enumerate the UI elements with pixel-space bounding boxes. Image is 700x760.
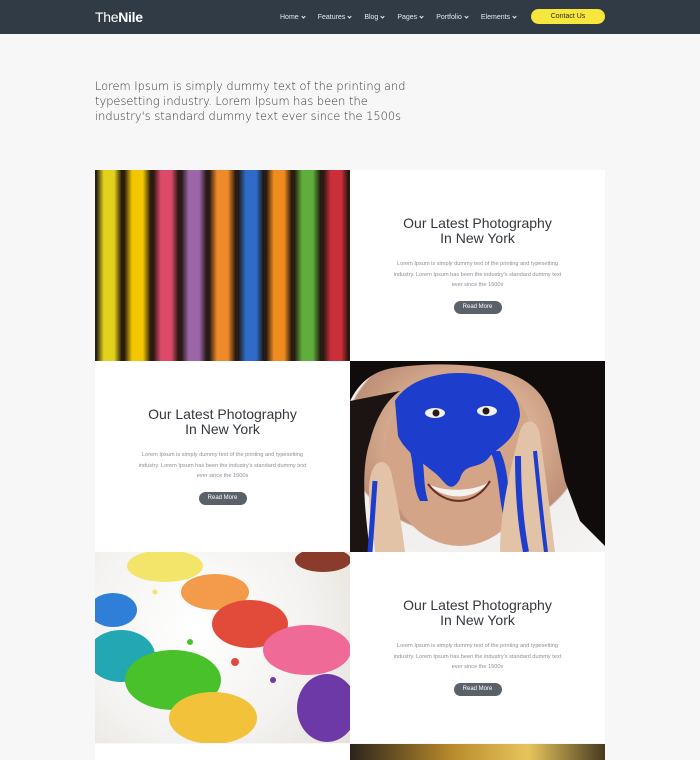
- menu-item-elements[interactable]: Elements: [480, 13, 517, 21]
- card-title-line: In New York: [440, 612, 515, 628]
- menu-item-pages[interactable]: Pages: [397, 13, 424, 21]
- menu-item-label: Features: [317, 13, 346, 21]
- menu-item-label: Blog: [364, 13, 379, 21]
- card-title-line: In New York: [440, 230, 515, 246]
- chevron-down-icon: [464, 13, 469, 19]
- next-row-partial: [95, 744, 605, 760]
- chevron-down-icon: [301, 13, 306, 19]
- read-more-button[interactable]: Read More: [453, 300, 502, 314]
- read-more-button[interactable]: Read More: [198, 491, 247, 505]
- painted-face-illustration: [350, 361, 605, 552]
- main-menu: Home Features Blog Pages Portfolio Eleme…: [280, 0, 529, 34]
- card: Our Latest Photography In New York Lorem…: [350, 170, 605, 361]
- grid-row: Our Latest Photography In New York Lorem…: [95, 170, 605, 361]
- menu-item-label: Portfolio: [436, 13, 462, 21]
- card-title-line: Our Latest Photography: [148, 406, 297, 422]
- portfolio-grid: Our Latest Photography In New York Lorem…: [95, 170, 605, 743]
- card-description: Lorem Ipsum is simply dummy text of the …: [138, 452, 307, 479]
- card: Our Latest Photography In New York Lorem…: [95, 361, 350, 552]
- intro-text: Lorem Ipsum is simply dummy text of the …: [95, 79, 406, 123]
- card: Our Latest Photography In New York Lorem…: [350, 552, 605, 743]
- top-nav-bar: TheNile Home Features Blog Pages Portfol…: [0, 0, 700, 34]
- menu-item-label: Elements: [480, 13, 511, 21]
- chalk-stick: [237, 170, 264, 361]
- chalk-stick: [124, 170, 151, 361]
- menu-item-home[interactable]: Home: [280, 13, 306, 21]
- menu-item-label: Home: [280, 13, 299, 21]
- chalk-stick: [180, 170, 208, 361]
- next-image-partial: [350, 744, 605, 760]
- chalk-stick: [209, 170, 236, 361]
- card-title: Our Latest Photography In New York: [403, 598, 552, 628]
- chevron-down-icon: [347, 13, 352, 19]
- chevron-down-icon: [512, 13, 517, 19]
- chalk-image: [95, 170, 350, 361]
- card-title: Our Latest Photography In New York: [403, 216, 552, 246]
- contact-us-button[interactable]: Contact Us: [531, 9, 605, 24]
- next-card-partial: [95, 744, 350, 760]
- card-title: Our Latest Photography In New York: [148, 407, 297, 437]
- logo-text-bold: Nile: [118, 9, 143, 25]
- painted-face-image: [350, 361, 605, 552]
- watercolor-illustration: [95, 552, 350, 743]
- read-more-button[interactable]: Read More: [453, 682, 502, 696]
- grid-row: Our Latest Photography In New York Lorem…: [95, 361, 605, 552]
- menu-item-label: Pages: [397, 13, 418, 21]
- menu-item-features[interactable]: Features: [318, 14, 352, 21]
- chevron-down-icon: [380, 13, 385, 19]
- chalk-stick: [265, 170, 293, 361]
- chalk-stick: [322, 170, 349, 361]
- logo-text-light: The: [95, 9, 119, 25]
- watercolor-palette-image: [95, 552, 350, 743]
- menu-item-portfolio[interactable]: Portfolio: [436, 13, 469, 21]
- grid-row: Our Latest Photography In New York Lorem…: [95, 552, 605, 743]
- card-description: Lorem Ipsum is simply dummy text of the …: [393, 261, 562, 288]
- card-description: Lorem Ipsum is simply dummy text of the …: [393, 643, 562, 670]
- card-title-line: Our Latest Photography: [403, 597, 552, 613]
- chalk-sticks: [95, 170, 350, 361]
- card-title-line: In New York: [185, 421, 260, 437]
- menu-item-blog[interactable]: Blog: [364, 13, 385, 21]
- chalk-stick: [152, 170, 179, 361]
- site-logo[interactable]: TheNile: [95, 9, 143, 25]
- chevron-down-icon: [419, 13, 424, 19]
- card-title-line: Our Latest Photography: [403, 215, 552, 231]
- chalk-stick: [294, 170, 321, 361]
- chalk-stick: [96, 170, 123, 361]
